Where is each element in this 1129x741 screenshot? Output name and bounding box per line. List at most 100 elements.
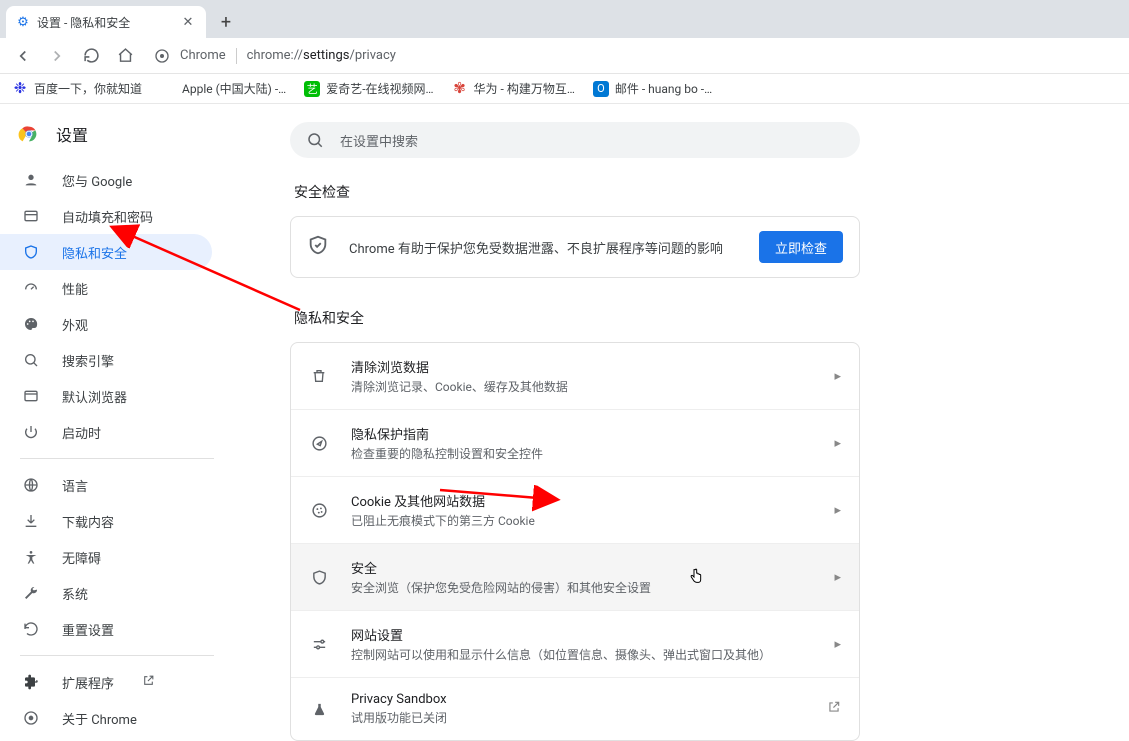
autofill-icon (22, 208, 40, 224)
browser-tab[interactable]: ⚙ 设置 - 隐私和安全 ✕ (6, 6, 206, 38)
tab-title: 设置 - 隐私和安全 (37, 14, 173, 31)
bookmarks-bar: ❉ 百度一下，你就知道 Apple (中国大陆) -… 艺 爱奇艺-在线视频网…… (0, 74, 1129, 104)
chevron-right-icon: ▸ (834, 369, 841, 384)
row-site-settings[interactable]: 网站设置 控制网站可以使用和显示什么信息（如位置信息、摄像头、弹出式窗口及其他）… (291, 610, 859, 677)
row-privacy-sandbox[interactable]: Privacy Sandbox 试用版功能已关闭 (291, 677, 859, 740)
sidebar-item-search-engine[interactable]: 搜索引擎 (0, 342, 212, 378)
bookmark-outlook[interactable]: O 邮件 - huang bo -… (593, 80, 712, 97)
check-now-button[interactable]: 立即检查 (759, 231, 843, 263)
sidebar-item-label: 重置设置 (62, 620, 114, 639)
sidebar-item-about-chrome[interactable]: 关于 Chrome (0, 700, 212, 736)
site-info-icon[interactable] (154, 48, 170, 64)
tab-close-button[interactable]: ✕ (180, 14, 196, 30)
bookmark-iqiyi[interactable]: 艺 爱奇艺-在线视频网… (304, 80, 433, 97)
cookie-icon (309, 502, 329, 519)
row-sub: 安全浏览（保护您免受危险网站的侵害）和其他安全设置 (351, 579, 812, 596)
row-title: 清除浏览数据 (351, 357, 812, 376)
search-placeholder: 在设置中搜索 (340, 131, 418, 150)
row-title: 隐私保护指南 (351, 424, 812, 443)
settings-title: 设置 (56, 122, 88, 146)
download-icon (22, 513, 40, 529)
sidebar-item-system[interactable]: 系统 (0, 575, 212, 611)
chevron-right-icon: ▸ (834, 436, 841, 451)
sidebar-item-extensions[interactable]: 扩展程序 (0, 664, 212, 700)
safety-check-card: Chrome 有助于保护您免受数据泄露、不良扩展程序等问题的影响 立即检查 (290, 216, 860, 278)
sidebar-item-label: 默认浏览器 (62, 387, 127, 406)
person-icon (22, 172, 40, 188)
palette-icon (22, 316, 40, 332)
sidebar-item-appearance[interactable]: 外观 (0, 306, 212, 342)
bookmark-label: 邮件 - huang bo -… (615, 80, 712, 97)
row-sub: 已阻止无痕模式下的第三方 Cookie (351, 512, 812, 529)
sidebar-item-autofill[interactable]: 自动填充和密码 (0, 198, 212, 234)
row-privacy-guide[interactable]: 隐私保护指南 检查重要的隐私控制设置和安全控件 ▸ (291, 409, 859, 476)
search-icon (22, 352, 40, 368)
address-bar[interactable]: Chrome chrome://settings/privacy (144, 42, 406, 70)
bookmark-baidu[interactable]: ❉ 百度一下，你就知道 (12, 80, 142, 97)
new-tab-button[interactable]: + (212, 8, 240, 36)
sidebar-item-performance[interactable]: 性能 (0, 270, 212, 306)
sidebar-item-reset[interactable]: 重置设置 (0, 611, 212, 647)
bookmark-huawei[interactable]: ✾ 华为 - 构建万物互… (452, 80, 575, 97)
apple-icon (160, 81, 176, 97)
row-sub: 检查重要的隐私控制设置和安全控件 (351, 445, 812, 462)
reload-button[interactable] (76, 41, 106, 71)
row-title: 网站设置 (351, 625, 812, 644)
sidebar-item-label: 您与 Google (62, 171, 132, 190)
bookmark-icon: ✾ (452, 81, 468, 97)
bookmark-label: 爱奇艺-在线视频网… (326, 80, 433, 97)
sidebar-item-on-startup[interactable]: 启动时 (0, 414, 212, 450)
url-origin: Chrome (180, 48, 226, 63)
sidebar-item-label: 语言 (62, 476, 88, 495)
sidebar-item-label: 无障碍 (62, 548, 101, 567)
privacy-list-card: 清除浏览数据 清除浏览记录、Cookie、缓存及其他数据 ▸ 隐私保护指南 检查… (290, 342, 860, 741)
sidebar-item-label: 自动填充和密码 (62, 207, 153, 226)
sidebar-item-accessibility[interactable]: 无障碍 (0, 539, 212, 575)
shield-icon (309, 569, 329, 586)
row-security[interactable]: 安全 安全浏览（保护您免受危险网站的侵害）和其他安全设置 ▸ (291, 543, 859, 610)
row-cookies[interactable]: Cookie 及其他网站数据 已阻止无痕模式下的第三方 Cookie ▸ (291, 476, 859, 543)
url-path: chrome://settings/privacy (247, 48, 396, 63)
sidebar-item-label: 关于 Chrome (62, 709, 137, 728)
row-title: 安全 (351, 558, 812, 577)
settings-sidebar: 设置 您与 Google 自动填充和密码 隐私和安全 性能 (0, 104, 240, 696)
sidebar-item-downloads[interactable]: 下载内容 (0, 503, 212, 539)
power-icon (22, 424, 40, 440)
row-title: Privacy Sandbox (351, 692, 805, 707)
row-clear-browsing-data[interactable]: 清除浏览数据 清除浏览记录、Cookie、缓存及其他数据 ▸ (291, 343, 859, 409)
shield-icon (22, 244, 40, 260)
row-title: Cookie 及其他网站数据 (351, 491, 812, 510)
forward-button[interactable] (42, 41, 72, 71)
tab-strip: ⚙ 设置 - 隐私和安全 ✕ + (0, 0, 1129, 38)
sidebar-item-you-and-google[interactable]: 您与 Google (0, 162, 212, 198)
sidebar-item-label: 扩展程序 (62, 673, 114, 692)
bookmark-label: Apple (中国大陆) -… (182, 80, 286, 97)
cursor-icon (688, 568, 704, 590)
extension-icon (22, 674, 40, 690)
accessibility-icon (22, 549, 40, 565)
chrome-icon (22, 710, 40, 726)
chevron-right-icon: ▸ (834, 503, 841, 518)
sidebar-item-default-browser[interactable]: 默认浏览器 (0, 378, 212, 414)
trash-icon (309, 368, 329, 384)
bookmark-label: 百度一下，你就知道 (34, 80, 142, 97)
home-button[interactable] (110, 41, 140, 71)
search-icon (306, 131, 324, 149)
back-button[interactable] (8, 41, 38, 71)
bookmark-icon: 艺 (304, 81, 320, 97)
settings-search[interactable]: 在设置中搜索 (290, 122, 860, 158)
open-external-icon (827, 700, 841, 718)
sliders-icon (309, 636, 329, 653)
sidebar-item-label: 性能 (62, 279, 88, 298)
row-sub: 清除浏览记录、Cookie、缓存及其他数据 (351, 378, 812, 395)
flask-icon (309, 702, 329, 717)
gear-icon: ⚙ (16, 15, 30, 29)
shield-check-icon (307, 234, 329, 260)
sidebar-item-label: 搜索引擎 (62, 351, 114, 370)
sidebar-item-label: 外观 (62, 315, 88, 334)
row-sub: 试用版功能已关闭 (351, 709, 805, 726)
sidebar-item-language[interactable]: 语言 (0, 467, 212, 503)
chevron-right-icon: ▸ (834, 637, 841, 652)
sidebar-item-privacy-security[interactable]: 隐私和安全 (0, 234, 212, 270)
bookmark-apple[interactable]: Apple (中国大陆) -… (160, 80, 286, 97)
